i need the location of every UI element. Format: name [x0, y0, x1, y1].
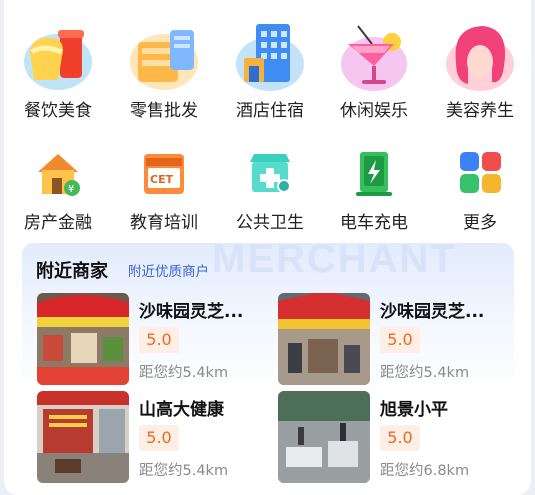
- category-public-health[interactable]: 公共卫生: [222, 140, 318, 233]
- page: 餐饮美食 零售批发 酒店住宿 休闲娱乐 美容养生 ¥ 房产金融 CET 教育培训…: [4, 0, 531, 495]
- nearby-merchants-panel: MERCHANT 附近商家 附近优质商户 沙味园灵芝... 5.0 距您约5.4…: [22, 237, 514, 495]
- merchant-card[interactable]: 沙味园灵芝... 5.0 距您约5.4km: [37, 293, 277, 385]
- rating-badge: 5.0: [380, 425, 420, 451]
- merchant-distance: 距您约5.4km: [139, 463, 229, 479]
- category-row-2: ¥ 房产金融 CET 教育培训 公共卫生 电车充电 更多: [4, 140, 531, 240]
- merchant-distance: 距您约6.8km: [380, 463, 470, 479]
- rating-badge: 5.0: [139, 327, 179, 353]
- ev-charging-icon: [348, 148, 400, 198]
- section-subtitle[interactable]: 附近优质商户: [128, 260, 209, 280]
- cocktail-icon: [338, 22, 410, 92]
- category-leisure[interactable]: 休闲娱乐: [326, 22, 422, 121]
- category-label: 房产金融: [24, 213, 92, 233]
- retail-box-icon: [128, 22, 200, 92]
- merchant-name: 山高大健康: [139, 400, 224, 420]
- svg-text:¥: ¥: [68, 184, 74, 195]
- category-label: 电车充电: [340, 213, 408, 233]
- more-grid-icon: [454, 148, 506, 198]
- category-label: 休闲娱乐: [340, 101, 408, 121]
- svg-text:CET: CET: [150, 173, 174, 186]
- hotel-building-icon: [234, 22, 306, 92]
- merchant-card[interactable]: 沙味园灵芝... 5.0 距您约5.4km: [278, 293, 518, 385]
- category-label: 零售批发: [130, 101, 198, 121]
- merchant-photo: [37, 293, 129, 385]
- merchant-photo: [278, 293, 370, 385]
- category-more[interactable]: 更多: [432, 140, 528, 233]
- category-label: 更多: [463, 213, 497, 233]
- category-beauty[interactable]: 美容养生: [432, 22, 528, 121]
- category-label: 餐饮美食: [24, 101, 92, 121]
- public-health-icon: [244, 148, 296, 198]
- merchant-photo: [278, 391, 370, 483]
- rating-badge: 5.0: [139, 425, 179, 451]
- merchant-name: 沙味园灵芝...: [139, 302, 244, 322]
- category-retail[interactable]: 零售批发: [116, 22, 212, 121]
- merchant-distance: 距您约5.4km: [380, 365, 470, 381]
- watermark-text: MERCHANT: [212, 237, 457, 281]
- category-realestate[interactable]: ¥ 房产金融: [10, 140, 106, 233]
- category-food[interactable]: 餐饮美食: [10, 22, 106, 121]
- merchant-name: 旭景小平: [380, 400, 448, 420]
- category-label: 教育培训: [130, 213, 198, 233]
- category-label: 公共卫生: [236, 213, 304, 233]
- section-title: 附近商家: [36, 261, 108, 282]
- category-label: 酒店住宿: [236, 101, 304, 121]
- merchant-photo: [37, 391, 129, 483]
- merchant-distance: 距您约5.4km: [139, 365, 229, 381]
- merchant-card[interactable]: 山高大健康 5.0 距您约5.4km: [37, 391, 277, 483]
- category-ev-charging[interactable]: 电车充电: [326, 140, 422, 233]
- rating-badge: 5.0: [380, 327, 420, 353]
- category-row-1: 餐饮美食 零售批发 酒店住宿 休闲娱乐 美容养生: [4, 22, 531, 122]
- category-education[interactable]: CET 教育培训: [116, 140, 212, 233]
- merchant-card[interactable]: 旭景小平 5.0 距您约6.8km: [278, 391, 518, 483]
- food-drink-icon: [22, 22, 94, 92]
- house-icon: ¥: [32, 148, 84, 198]
- category-label: 美容养生: [446, 101, 514, 121]
- category-hotel[interactable]: 酒店住宿: [222, 22, 318, 121]
- education-cet-icon: CET: [138, 148, 190, 198]
- merchant-name: 沙味园灵芝...: [380, 302, 485, 322]
- beauty-face-icon: [444, 22, 516, 92]
